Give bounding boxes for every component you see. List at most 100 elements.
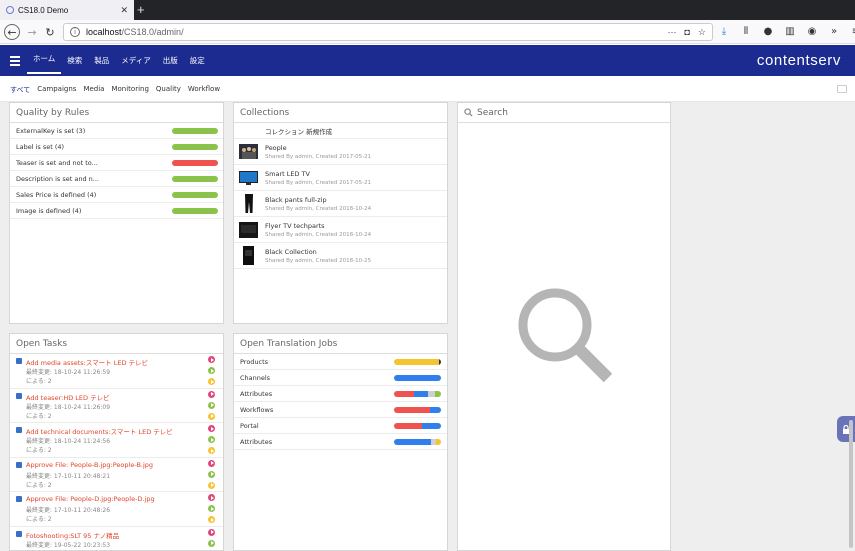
task-action-icon[interactable]	[208, 390, 215, 398]
overflow-icon[interactable]: »	[828, 26, 840, 37]
main-nav-settings[interactable]: 設定	[184, 45, 211, 76]
quality-rule-row[interactable]: ExternalKey is set (3)	[10, 123, 223, 139]
flyer-icon	[239, 220, 258, 239]
main-nav-publish[interactable]: 出版	[157, 45, 184, 76]
translation-progress-segment	[429, 407, 441, 413]
reload-icon[interactable]: ↻	[42, 24, 58, 40]
main-nav-home[interactable]: ホーム	[27, 45, 62, 74]
translation-progress-segment	[439, 359, 441, 365]
task-approve-icon[interactable]	[208, 505, 215, 512]
sub-nav-quality[interactable]: Quality	[156, 85, 181, 95]
sub-nav-campaigns[interactable]: Campaigns	[37, 85, 76, 95]
quality-rule-row[interactable]: Teaser is set and not to...	[10, 155, 223, 171]
task-action-icon[interactable]	[208, 356, 215, 363]
task-forward-icon[interactable]	[208, 447, 215, 454]
collection-item[interactable]: Black pants full-zip Shared By admin, Cr…	[234, 191, 447, 217]
task-item[interactable]: Add teaser:HD LED テレビ 最終変更: 18-10-24 11:…	[10, 389, 223, 423]
task-forward-icon[interactable]	[208, 516, 215, 523]
task-forward-icon[interactable]	[208, 481, 215, 489]
task-checkbox[interactable]	[16, 530, 22, 537]
search-title: Search	[477, 107, 508, 118]
scrollbar[interactable]	[849, 420, 853, 548]
main-nav-search[interactable]: 検索	[61, 45, 88, 76]
task-item[interactable]: Add media assets:スマート LED テレビ 最終変更: 18-1…	[10, 354, 223, 389]
task-title[interactable]: Add technical documents:スマート LED テレビ	[26, 426, 173, 436]
main-nav-products[interactable]: 製品	[88, 45, 115, 76]
task-checkbox[interactable]	[16, 358, 22, 364]
translation-job-row[interactable]: Portal	[234, 418, 447, 434]
close-tab-icon[interactable]: ✕	[120, 5, 128, 16]
main-nav-media[interactable]: メディア	[115, 45, 156, 76]
task-action-icon[interactable]	[208, 459, 215, 467]
translation-job-label: Portal	[240, 421, 259, 430]
hamburger-menu-icon[interactable]	[10, 56, 20, 66]
task-action-icon[interactable]	[208, 425, 215, 432]
translation-job-row[interactable]: Attributes	[234, 434, 447, 450]
bookmark-star-icon[interactable]: ☆	[698, 27, 706, 38]
forward-icon[interactable]: →	[24, 24, 40, 40]
task-approve-icon[interactable]	[208, 539, 215, 547]
task-forward-icon[interactable]	[208, 378, 215, 385]
quality-rule-row[interactable]: Label is set (4)	[10, 139, 223, 155]
translation-job-row[interactable]: Workflows	[234, 402, 447, 418]
sub-nav-media[interactable]: Media	[83, 85, 104, 95]
translation-progress-bar	[394, 391, 441, 397]
quality-rule-row[interactable]: Description is set and n...	[10, 171, 223, 187]
url-bar[interactable]: i localhost/CS18.0/admin/ ··· ◘ ☆	[63, 23, 713, 41]
task-approve-icon[interactable]	[208, 367, 215, 374]
sub-nav-all[interactable]: すべて	[10, 85, 30, 95]
menu-icon[interactable]: ≡	[850, 26, 855, 37]
chat-icon[interactable]	[837, 85, 847, 93]
new-tab-icon[interactable]: +	[137, 2, 145, 17]
pocket-icon[interactable]: ◘	[684, 27, 689, 38]
translation-job-row[interactable]: Channels	[234, 370, 447, 386]
quality-rule-row[interactable]: Image is defined (4)	[10, 203, 223, 219]
search-header[interactable]: Search	[458, 103, 670, 123]
task-item[interactable]: Approve File: People-D.jpg:People-D.jpg …	[10, 492, 223, 527]
task-approve-icon[interactable]	[208, 401, 215, 409]
download-icon[interactable]: ⤓	[718, 26, 730, 37]
task-action-icon[interactable]	[208, 528, 215, 536]
library-icon[interactable]: ⫴	[740, 26, 752, 37]
task-checkbox[interactable]	[16, 392, 22, 399]
translation-progress-segment	[435, 391, 441, 397]
task-title[interactable]: Approve File: People-B.jpg:People-B.jpg	[26, 461, 153, 469]
task-approve-icon[interactable]	[208, 436, 215, 443]
sub-nav-monitoring[interactable]: Monitoring	[111, 85, 148, 95]
task-action-icon[interactable]	[208, 494, 215, 501]
new-collection-link[interactable]: コレクション 新規作成	[234, 123, 447, 139]
browser-tab[interactable]: CS18.0 Demo ✕	[0, 0, 134, 20]
collection-item[interactable]: People Shared By admin, Created 2017-05-…	[234, 139, 447, 165]
task-title[interactable]: Add teaser:HD LED テレビ	[26, 392, 110, 402]
task-item[interactable]: Fotoshooting:SLT 95 ナノ精品 最終変更: 19-05-22 …	[10, 527, 223, 551]
task-item[interactable]: Add technical documents:スマート LED テレビ 最終変…	[10, 423, 223, 458]
task-title[interactable]: Fotoshooting:SLT 95 ナノ精品	[26, 530, 119, 540]
quality-rule-row[interactable]: Sales Price is defined (4)	[10, 187, 223, 203]
site-info-icon[interactable]: i	[70, 27, 80, 37]
collection-item[interactable]: Smart LED TV Shared By admin, Created 20…	[234, 165, 447, 191]
task-owner: による: 2	[26, 481, 52, 489]
back-icon[interactable]: ←	[4, 24, 20, 40]
task-item[interactable]: Approve File: People-B.jpg:People-B.jpg …	[10, 458, 223, 492]
extension-icon[interactable]: ●	[762, 26, 774, 37]
eye-icon[interactable]: ◉	[806, 26, 818, 37]
task-changed: 最終変更: 17-10-11 20:48:26	[26, 507, 111, 514]
sub-nav-workflow[interactable]: Workflow	[188, 85, 220, 95]
sidebar-icon[interactable]: ▥	[784, 26, 796, 37]
task-checkbox[interactable]	[16, 427, 22, 433]
task-title[interactable]: Approve File: People-D.jpg:People-D.jpg	[26, 495, 155, 503]
collection-item[interactable]: Flyer TV techparts Shared By admin, Crea…	[234, 217, 447, 243]
task-checkbox[interactable]	[16, 461, 22, 468]
collection-item[interactable]: Black Collection Shared By admin, Create…	[234, 243, 447, 269]
page-actions-icon[interactable]: ···	[667, 27, 676, 38]
browser-tab-bar: CS18.0 Demo ✕ +	[0, 0, 855, 20]
translation-job-label: Workflows	[240, 405, 274, 414]
translation-job-row[interactable]: Attributes	[234, 386, 447, 402]
task-title[interactable]: Add media assets:スマート LED テレビ	[26, 357, 148, 367]
task-checkbox[interactable]	[16, 496, 22, 502]
task-approve-icon[interactable]	[208, 470, 215, 478]
translation-job-row[interactable]: Products	[234, 354, 447, 370]
quality-rule-label: Image is defined (4)	[16, 206, 82, 215]
quality-status-bar	[172, 128, 218, 134]
task-forward-icon[interactable]	[208, 412, 215, 420]
